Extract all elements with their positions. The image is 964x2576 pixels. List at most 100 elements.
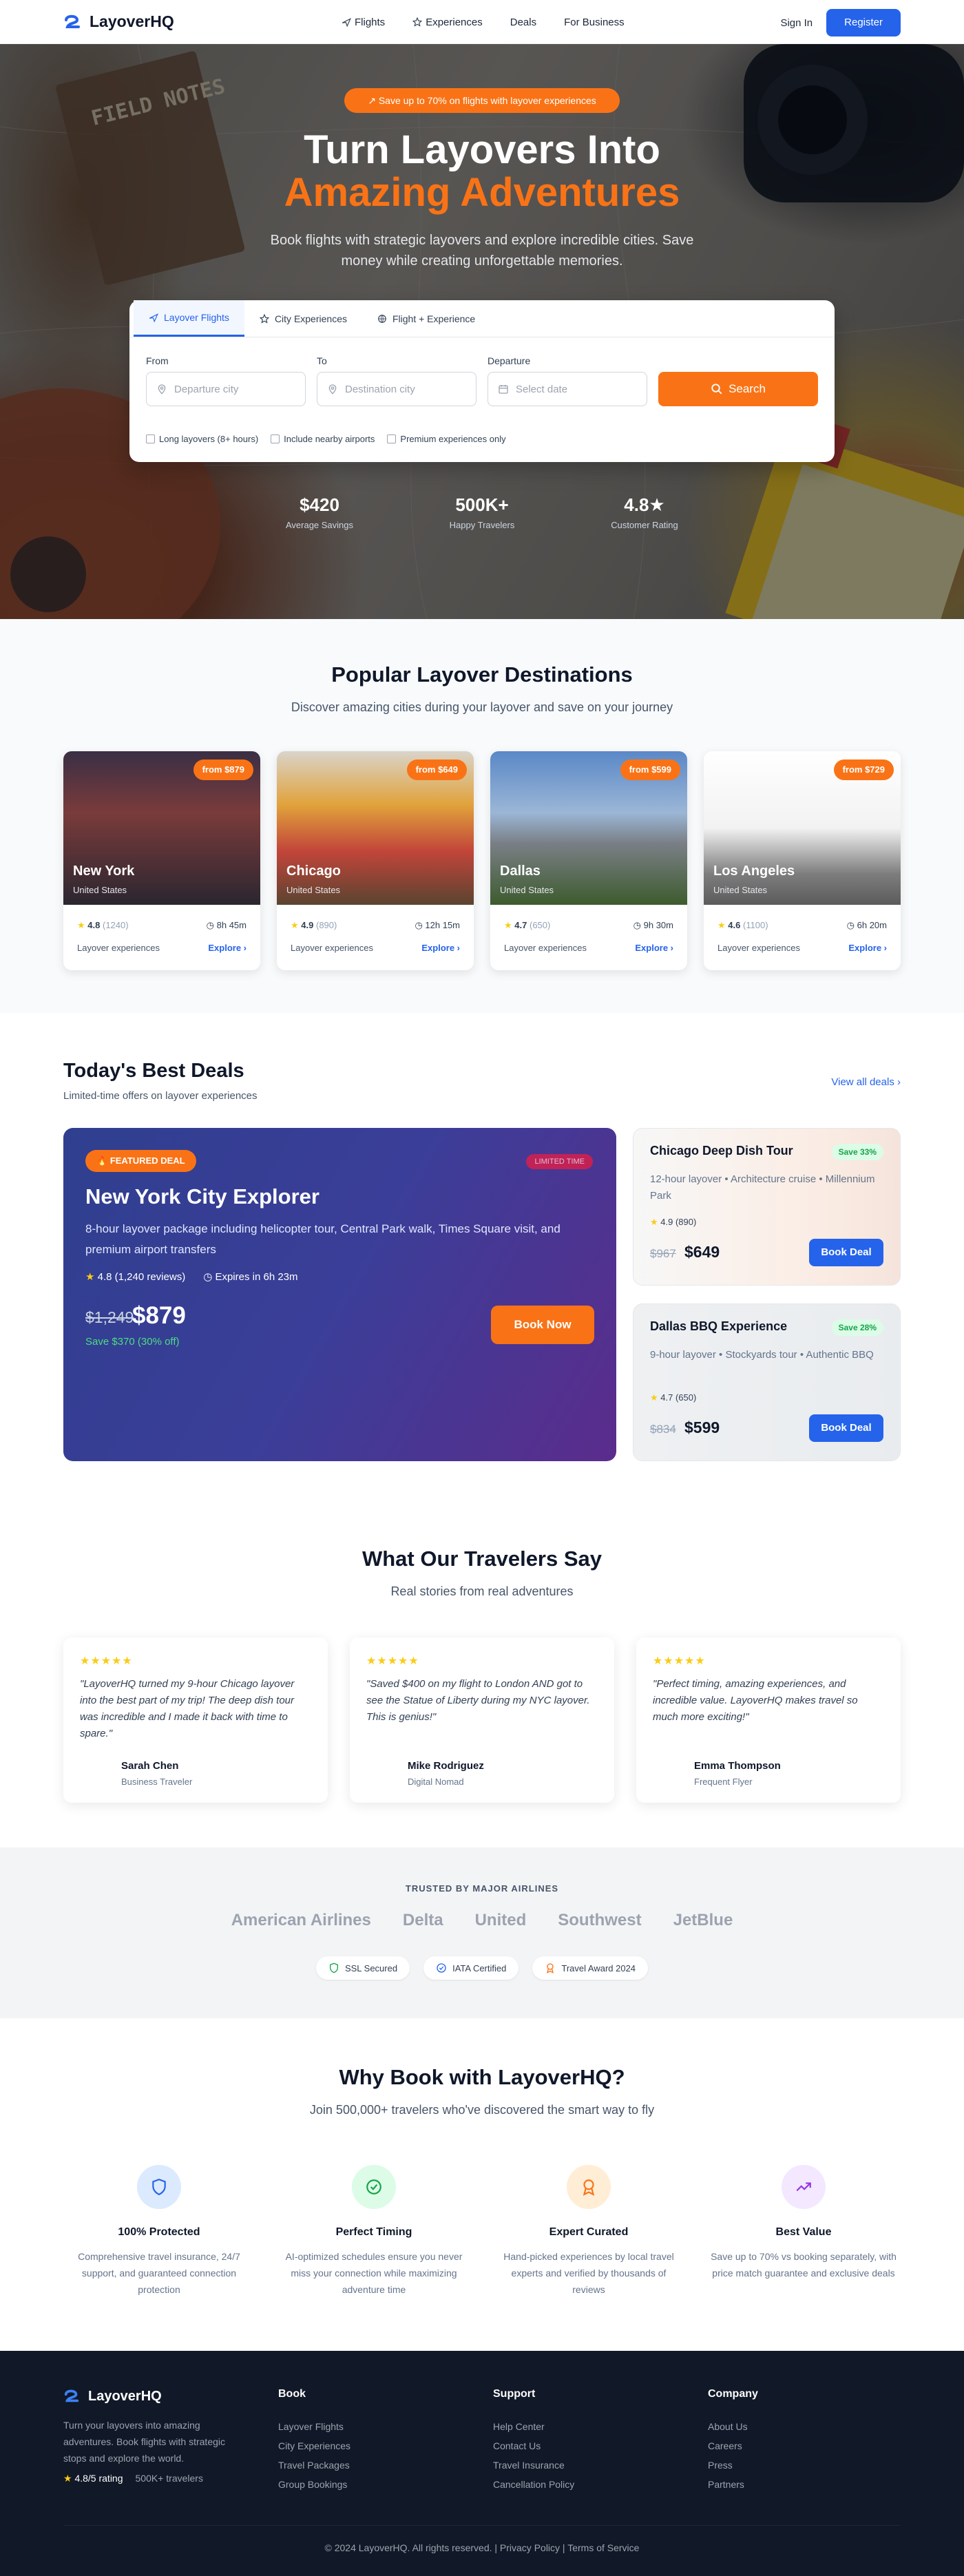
footer-link[interactable]: Partners	[708, 2475, 748, 2494]
footer-link[interactable]: Contact Us	[493, 2436, 574, 2455]
footer-link[interactable]: Cancellation Policy	[493, 2475, 574, 2494]
airline-name: JetBlue	[673, 1911, 733, 1929]
footer-link[interactable]: Press	[708, 2455, 748, 2475]
new-price: $599	[684, 1418, 720, 1436]
footer-description: Turn your layovers into amazing adventur…	[63, 2420, 226, 2464]
feature-curated: Expert Curated Hand-picked experiences b…	[496, 2165, 682, 2298]
search-button[interactable]: Search	[658, 372, 818, 406]
deal-card[interactable]: Dallas BBQ Experience Save 28% 9-hour la…	[633, 1303, 901, 1461]
star-icon: ★	[63, 2473, 75, 2484]
hero-title-line1: Turn Layovers Into	[304, 127, 660, 172]
destination-card[interactable]: from $729 Los Angeles United States ★ 4.…	[704, 751, 901, 970]
price-badge: from $879	[193, 760, 253, 780]
stat-savings: $420 Average Savings	[285, 494, 354, 530]
duration: ◷ 9h 30m	[633, 920, 673, 930]
save-badge: Save 28%	[831, 1319, 883, 1336]
register-button[interactable]: Register	[826, 9, 901, 36]
testimonials-subtitle: Real stories from real adventures	[390, 1584, 574, 1598]
savings-text: Save $370 (30% off)	[85, 1336, 180, 1348]
check-nearby-airports[interactable]: Include nearby airports	[271, 434, 375, 444]
star-icon: ★	[650, 1217, 661, 1227]
footer-link[interactable]: Layover Flights	[278, 2417, 350, 2436]
testimonial-quote: "LayoverHQ turned my 9-hour Chicago layo…	[80, 1678, 295, 1739]
tab-city-experiences[interactable]: City Experiences	[244, 300, 362, 337]
duration: ◷ 8h 45m	[206, 920, 247, 930]
hero-section: FIELD NOTES ↗ Save up to 70% on flights …	[0, 44, 964, 619]
explore-link[interactable]: Explore ›	[208, 943, 247, 953]
footer-link[interactable]: Group Bookings	[278, 2475, 350, 2494]
popular-title: Popular Layover Destinations	[331, 662, 633, 687]
star-icon	[412, 17, 423, 27]
from-input[interactable]: Departure city	[146, 372, 306, 406]
checkbox[interactable]	[146, 434, 155, 443]
featured-deal-card[interactable]: 🔥 FEATURED DEAL LIMITED TIME New York Ci…	[63, 1128, 616, 1461]
checkbox[interactable]	[387, 434, 397, 443]
card-image: from $729 Los Angeles United States	[704, 751, 901, 905]
footer-link[interactable]: City Experiences	[278, 2436, 350, 2455]
to-input[interactable]: Destination city	[317, 372, 476, 406]
search-icon	[711, 384, 722, 395]
promo-badge: ↗ Save up to 70% on flights with layover…	[344, 88, 620, 113]
signin-link[interactable]: Sign In	[780, 17, 813, 29]
explore-link[interactable]: Explore ›	[421, 943, 460, 953]
destination-card[interactable]: from $599 Dallas United States ★ 4.7 (65…	[490, 751, 687, 970]
explore-link[interactable]: Explore ›	[635, 943, 673, 953]
footer-link[interactable]: Careers	[708, 2436, 748, 2455]
footer-col-company: About Us Careers Press Partners	[708, 2417, 748, 2494]
view-all-deals-link[interactable]: View all deals ›	[831, 1076, 901, 1088]
nav-flights[interactable]: Flights	[342, 17, 385, 28]
cert-iata: IATA Certified	[423, 1956, 519, 1980]
card-image: from $599 Dallas United States	[490, 751, 687, 905]
nav-deals[interactable]: Deals	[510, 17, 536, 28]
card-image: from $649 Chicago United States	[277, 751, 474, 905]
clock-icon: ◷	[206, 920, 217, 930]
book-deal-button[interactable]: Book Deal	[809, 1239, 883, 1266]
brand-name: LayoverHQ	[90, 12, 174, 30]
trending-icon: ↗	[368, 95, 379, 106]
tab-flight-experience[interactable]: Flight + Experience	[362, 300, 490, 337]
card-label: Layover experiences	[291, 943, 373, 953]
explore-link[interactable]: Explore ›	[848, 943, 887, 953]
deal-description: 12-hour layover • Architecture cruise • …	[650, 1173, 875, 1202]
featured-title: New York City Explorer	[85, 1184, 319, 1208]
checkbox[interactable]	[271, 434, 280, 443]
footer-link[interactable]: Help Center	[493, 2417, 574, 2436]
deals-title: Today's Best Deals	[63, 1060, 244, 1082]
departure-label: Departure	[488, 355, 531, 366]
footer-link[interactable]: Travel Insurance	[493, 2455, 574, 2475]
cert-ssl: SSL Secured	[315, 1956, 410, 1980]
country-name: United States	[73, 885, 127, 895]
to-label: To	[317, 355, 327, 366]
footer-brand[interactable]: LayoverHQ	[63, 2388, 162, 2405]
deal-title: Chicago Deep Dish Tour	[650, 1144, 793, 1158]
airline-name: Delta	[402, 1911, 443, 1929]
rating: ★ 4.6 (1100)	[717, 920, 768, 930]
reviewer-name: Mike Rodriguez	[408, 1760, 484, 1772]
save-badge: Save 33%	[831, 1144, 883, 1160]
destination-card[interactable]: from $879 New York United States ★ 4.8 (…	[63, 751, 260, 970]
book-now-button[interactable]: Book Now	[491, 1306, 594, 1344]
destination-card[interactable]: from $649 Chicago United States ★ 4.9 (8…	[277, 751, 474, 970]
featured-description: 8-hour layover package including helicop…	[85, 1222, 560, 1256]
check-circle-icon	[352, 2165, 396, 2209]
reviewer-role: Digital Nomad	[408, 1777, 464, 1787]
new-price: $649	[684, 1243, 720, 1261]
plane-icon	[149, 313, 158, 322]
new-price: $879	[132, 1302, 186, 1329]
check-circle-icon	[437, 1963, 446, 1973]
city-name: Los Angeles	[713, 863, 795, 879]
book-deal-button[interactable]: Book Deal	[809, 1414, 883, 1442]
nav-experiences[interactable]: Experiences	[412, 17, 483, 28]
footer-link[interactable]: About Us	[708, 2417, 748, 2436]
testimonials-title: What Our Travelers Say	[362, 1547, 602, 1571]
check-premium-experiences[interactable]: Premium experiences only	[387, 434, 506, 444]
nav-business[interactable]: For Business	[564, 17, 625, 28]
deal-card[interactable]: Chicago Deep Dish Tour Save 33% 12-hour …	[633, 1128, 901, 1286]
date-input[interactable]: Select date	[488, 372, 647, 406]
brand-logo[interactable]: LayoverHQ	[63, 12, 174, 31]
tab-layover-flights[interactable]: Layover Flights	[134, 300, 244, 337]
check-long-layovers[interactable]: Long layovers (8+ hours)	[146, 434, 258, 444]
footer-link[interactable]: Travel Packages	[278, 2455, 350, 2475]
award-icon	[567, 2165, 611, 2209]
airline-logos: American Airlines Delta United Southwest…	[0, 1911, 964, 1930]
